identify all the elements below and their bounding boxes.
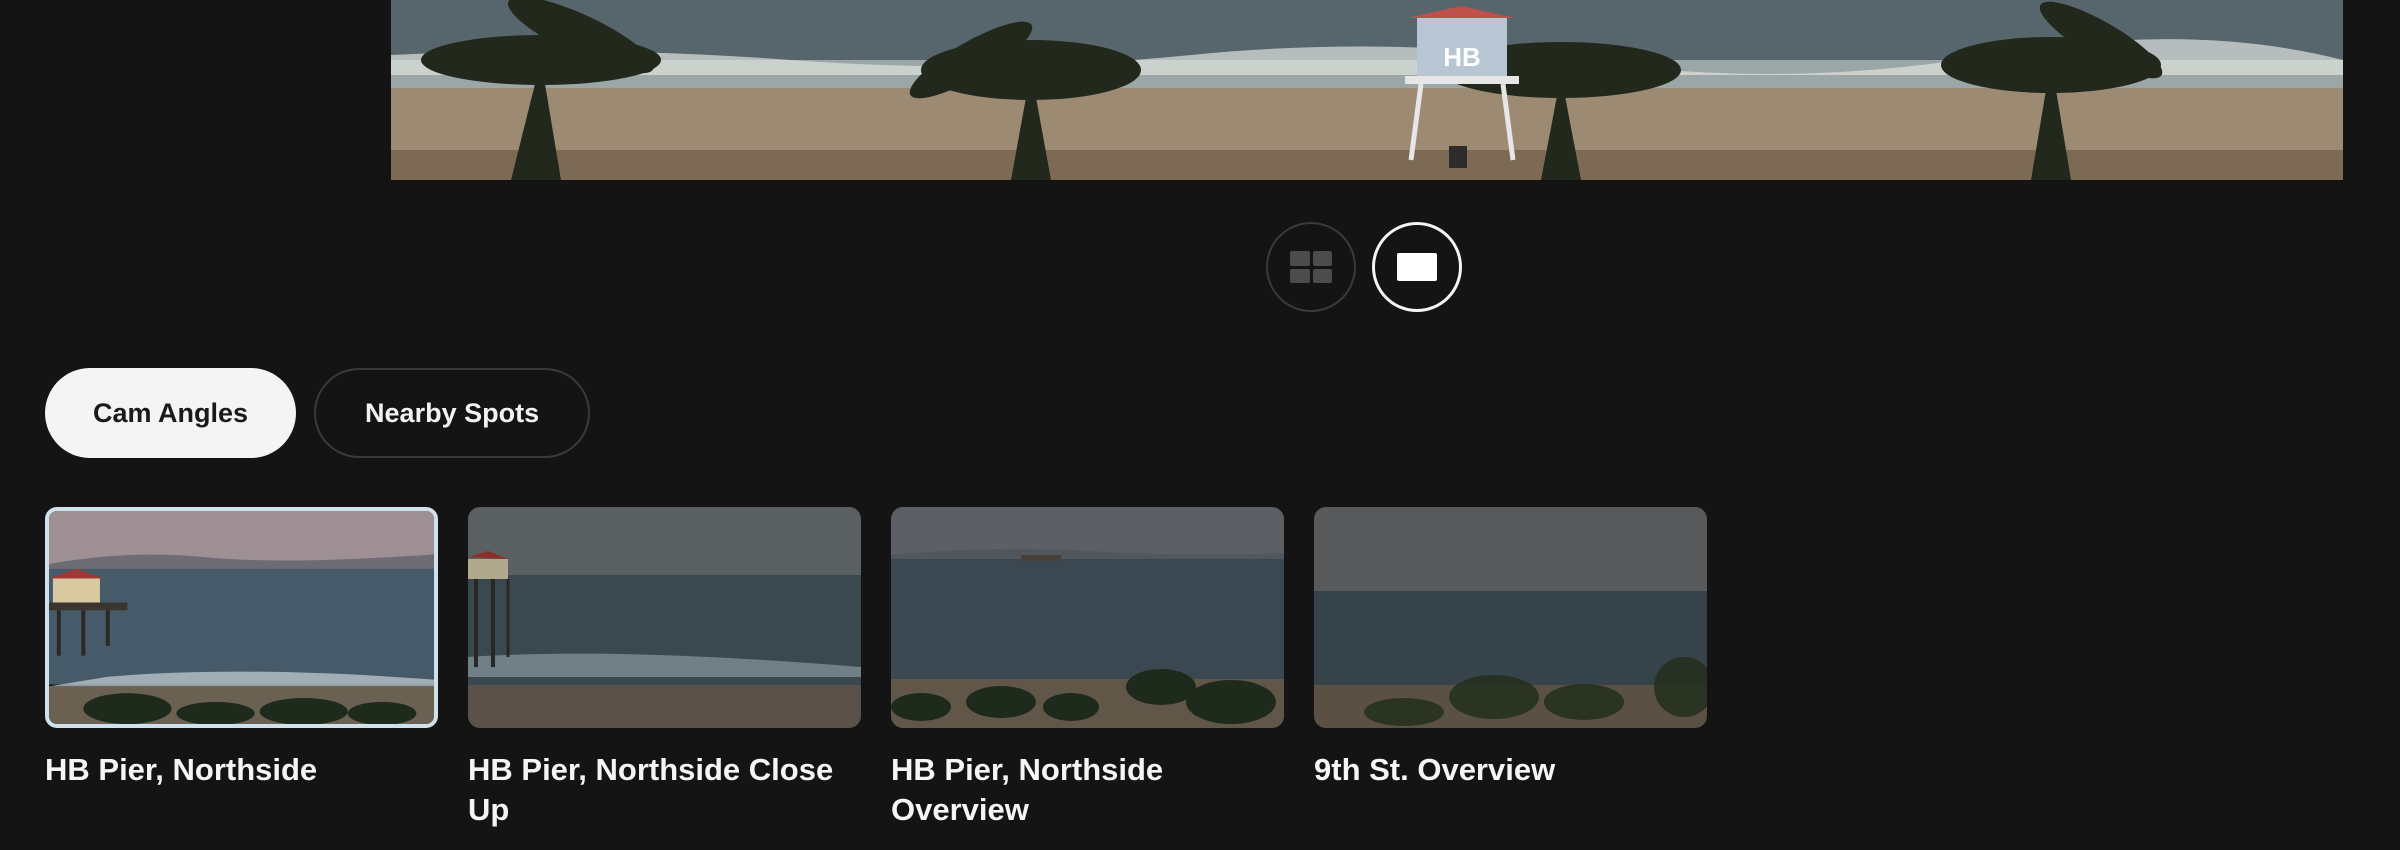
cam-title: 9th St. Overview	[1314, 752, 1556, 787]
cam-card[interactable]: HB Pier, Northside Close Up	[468, 507, 861, 830]
grid-view-icon	[1290, 251, 1332, 283]
single-view-button[interactable]	[1372, 222, 1462, 312]
live-cam-player[interactable]: HB	[391, 0, 2343, 180]
tab-cam-angles[interactable]: Cam Angles	[45, 368, 297, 458]
cam-title: HB Pier, Northside	[45, 752, 318, 787]
cam-title: HB Pier, Northside Close Up	[468, 752, 834, 827]
cam-card[interactable]: HB Pier, Northside Overview	[891, 507, 1284, 830]
cam-thumbnail[interactable]	[468, 507, 861, 728]
single-view-icon	[1397, 253, 1437, 281]
cam-angle-list: HB Pier, Northside HB Pier, Northside Cl…	[45, 507, 1707, 830]
tower-sign-text: HB	[1443, 42, 1481, 72]
view-mode-toggle	[1266, 222, 1462, 312]
cam-card[interactable]: HB Pier, Northside	[45, 507, 438, 830]
cam-thumbnail[interactable]	[45, 507, 438, 728]
cam-tabs: Cam Angles Nearby Spots	[45, 368, 591, 458]
tab-nearby-spots[interactable]: Nearby Spots	[314, 368, 591, 458]
cam-thumbnail[interactable]	[1314, 507, 1707, 728]
cam-card[interactable]: 9th St. Overview	[1314, 507, 1707, 830]
grid-view-button[interactable]	[1266, 222, 1356, 312]
cam-scene-image: HB	[391, 0, 2343, 180]
cam-title: HB Pier, Northside Overview	[891, 752, 1164, 827]
cam-thumbnail[interactable]	[891, 507, 1284, 728]
